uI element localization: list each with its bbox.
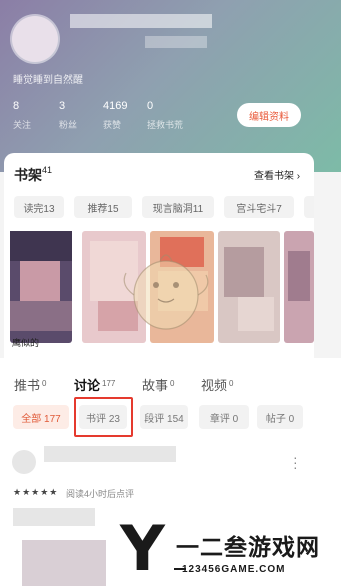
post-read-note: 阅读4小时后点评 <box>66 489 135 499</box>
book-cover-title: 鹰似的 <box>12 338 40 348</box>
tab-count: 0 <box>229 379 234 388</box>
bookshelf-count: 41 <box>42 165 53 175</box>
chip-modern-fantasy[interactable]: 现言脑洞11 <box>142 196 214 218</box>
tab-discussion[interactable]: 讨论 177 <box>74 375 115 394</box>
site-watermark: Y 一二叁游戏网 123456GAME.COM <box>120 518 341 586</box>
watermark-url: 123456GAME.COM <box>182 564 286 575</box>
stat-label: 拯救书荒 <box>147 120 184 130</box>
stat-value: 8 <box>13 100 20 112</box>
rating-stars: ★★★★★ <box>13 487 59 497</box>
tab-label: 视频 <box>201 378 228 393</box>
mascot-watermark-icon <box>123 254 209 330</box>
profile-header: 睡觉睡到自然醒 8 关注 3 粉丝 4169 获赞 0 拯救书荒 编辑资料 <box>0 0 341 172</box>
chip-overflow[interactable] <box>304 196 314 218</box>
book-cover[interactable] <box>10 231 72 343</box>
profile-motto: 睡觉睡到自然醒 <box>13 75 83 86</box>
edit-profile-button[interactable]: 编辑资料 <box>237 103 301 127</box>
stat-label: 获赞 <box>103 120 122 130</box>
stat-value: 3 <box>59 100 66 112</box>
tab-recommend-books[interactable]: 推书 0 <box>14 375 46 394</box>
info-blur <box>145 36 207 48</box>
stat-following[interactable]: 8 关注 <box>13 100 31 131</box>
stat-label: 粉丝 <box>59 120 78 130</box>
stat-followers[interactable]: 3 粉丝 <box>59 100 77 131</box>
username-blur <box>70 14 212 28</box>
post-user-blur <box>44 446 176 462</box>
chip-palace-intrigue[interactable]: 宫斗宅斗7 <box>224 196 294 218</box>
stat-rescue-shortage[interactable]: 0 拯救书荒 <box>147 100 183 131</box>
watermark-text: 一二叁游戏网 <box>176 534 320 560</box>
bookshelf-title: 书架 <box>14 167 42 183</box>
filter-posts[interactable]: 帖子 0 <box>257 405 303 429</box>
chip-finished[interactable]: 读完13 <box>14 196 64 218</box>
chip-recommended[interactable]: 推荐15 <box>74 196 132 218</box>
tab-label: 推书 <box>14 378 41 393</box>
stat-likes[interactable]: 4169 获赞 <box>103 100 127 131</box>
post-text-blur <box>13 508 95 526</box>
stat-value: 4169 <box>103 100 128 112</box>
tab-label: 讨论 <box>74 378 101 393</box>
book-cover[interactable] <box>284 231 314 343</box>
tab-label: 故事 <box>142 378 169 393</box>
view-bookshelf-link[interactable]: 查看书架 › <box>254 167 300 182</box>
filter-book-reviews[interactable]: 书评 23 <box>79 405 127 429</box>
avatar[interactable] <box>12 16 58 62</box>
tab-count: 177 <box>102 379 116 388</box>
filter-paragraph-reviews[interactable]: 段评 154 <box>140 405 188 429</box>
tab-count: 0 <box>42 379 47 388</box>
post-avatar-blur <box>12 450 36 474</box>
post-image-blur <box>22 540 106 586</box>
tab-count: 0 <box>170 379 175 388</box>
watermark-letter: Y <box>120 512 165 585</box>
filter-all[interactable]: 全部 177 <box>13 405 69 429</box>
more-vertical-icon[interactable]: · · · <box>293 450 298 474</box>
stat-label: 关注 <box>13 120 32 130</box>
filter-chapter-reviews[interactable]: 章评 0 <box>199 405 249 429</box>
tab-stories[interactable]: 故事 0 <box>142 375 174 394</box>
book-cover[interactable] <box>218 231 280 343</box>
stat-value: 0 <box>147 100 154 112</box>
tab-videos[interactable]: 视频 0 <box>201 375 233 394</box>
bookshelf-card: 书架 41 查看书架 › 读完13 推荐15 现言脑洞11 宫斗宅斗7 鹰似的 <box>4 153 314 358</box>
